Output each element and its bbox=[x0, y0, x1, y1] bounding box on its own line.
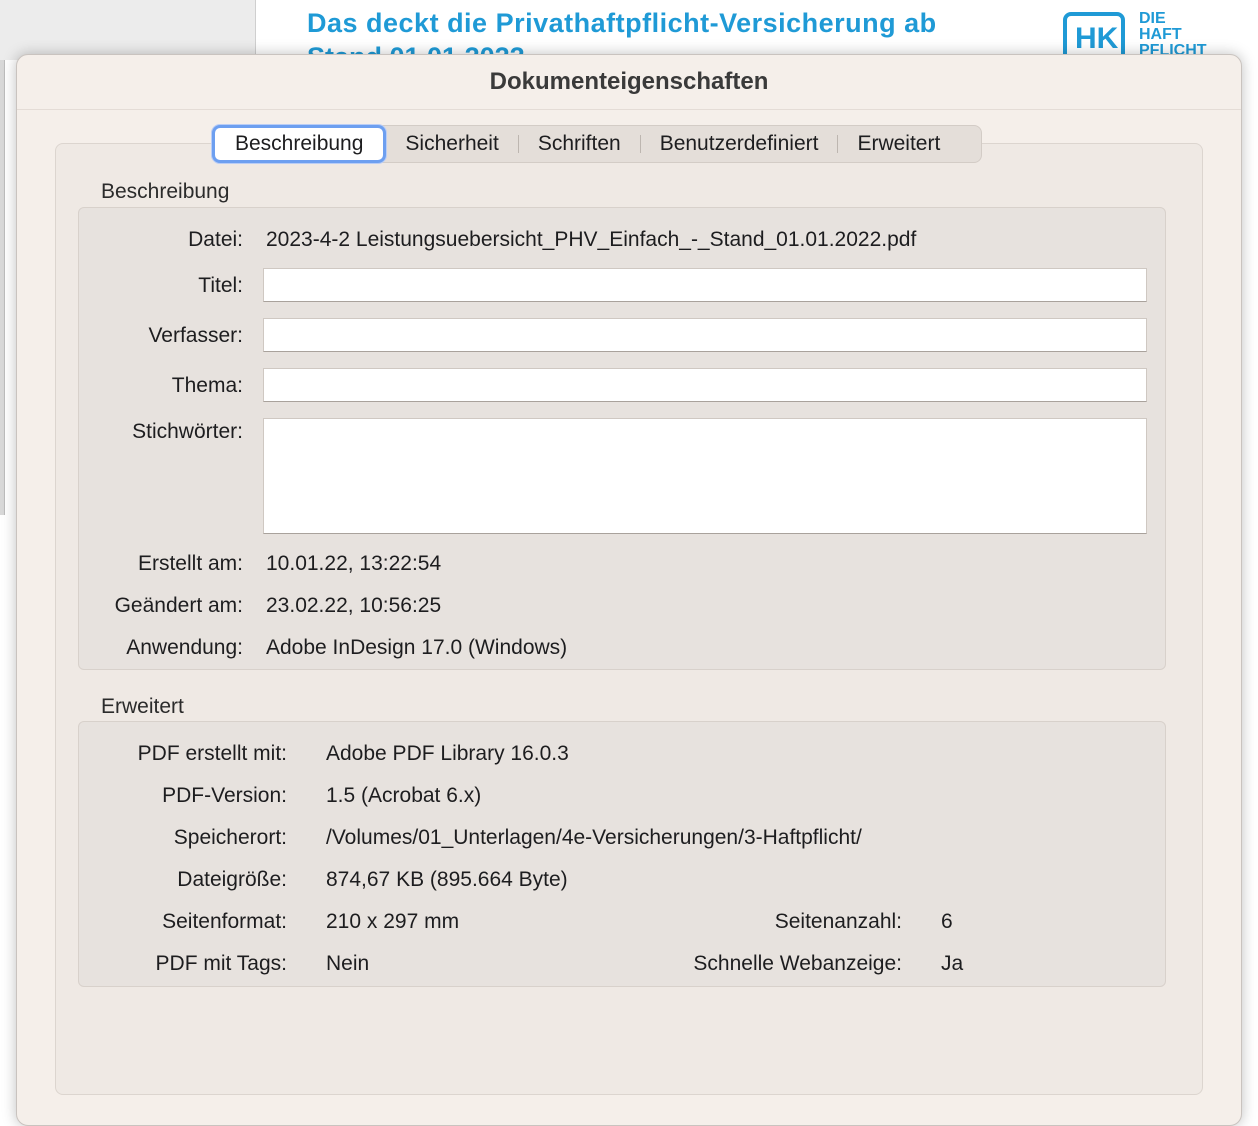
subject-field[interactable] bbox=[263, 368, 1147, 402]
page-count-value: 6 bbox=[941, 910, 953, 933]
advanced-group: PDF erstellt mit: Adobe PDF Library 16.0… bbox=[78, 721, 1166, 987]
description-group: Datei: 2023-4-2 Leistungsuebersicht_PHV_… bbox=[78, 207, 1166, 670]
tagged-pdf-value: Nein bbox=[326, 952, 370, 975]
modified-value: 23.02.22, 10:56:25 bbox=[266, 594, 442, 617]
logo-text: DIE HAFT PFLICHT bbox=[1139, 11, 1207, 59]
producer-label: PDF erstellt mit: bbox=[137, 742, 287, 765]
document-properties-dialog: Dokumenteigenschaften Beschreibung Datei… bbox=[16, 54, 1242, 1126]
haftpflicht-logo: HK DIE HAFT PFLICHT bbox=[1063, 10, 1213, 64]
created-label: Erstellt am: bbox=[137, 552, 243, 575]
file-size-value: 874,67 KB (895.664 Byte) bbox=[326, 868, 568, 891]
version-value: 1.5 (Acrobat 6.x) bbox=[326, 784, 482, 807]
document-heading: Das deckt die Privathaftpflicht-Versiche… bbox=[307, 8, 937, 38]
producer-value: Adobe PDF Library 16.0.3 bbox=[326, 742, 569, 765]
tagged-pdf-label: PDF mit Tags: bbox=[155, 952, 287, 975]
application-value: Adobe InDesign 17.0 (Windows) bbox=[266, 636, 568, 659]
version-label: PDF-Version: bbox=[162, 784, 287, 807]
page-format-value: 210 x 297 mm bbox=[326, 910, 460, 933]
tab-schriften[interactable]: Schriften bbox=[519, 127, 640, 161]
page-count-label: Seitenanzahl: bbox=[774, 910, 902, 933]
file-label: Datei: bbox=[188, 228, 243, 251]
author-field[interactable] bbox=[263, 318, 1147, 352]
advanced-section-label: Erweitert bbox=[101, 695, 184, 718]
created-value: 10.01.22, 13:22:54 bbox=[266, 552, 442, 575]
tab-bar: Beschreibung Sicherheit Schriften Benutz… bbox=[211, 125, 983, 163]
keywords-label: Stichwörter: bbox=[132, 420, 243, 443]
tab-benutzerdefiniert[interactable]: Benutzerdefiniert bbox=[641, 127, 838, 161]
location-value: /Volumes/01_Unterlagen/4e-Versicherungen… bbox=[326, 826, 862, 849]
file-size-label: Dateigröße: bbox=[177, 868, 287, 891]
logo-text-line: HAFT bbox=[1139, 26, 1182, 43]
fast-web-view-label: Schnelle Webanzeige: bbox=[693, 952, 902, 975]
logo-text-line: DIE bbox=[1139, 10, 1166, 27]
dialog-title: Dokumenteigenschaften bbox=[17, 55, 1241, 110]
location-label: Speicherort: bbox=[173, 826, 287, 849]
subject-label: Thema: bbox=[171, 374, 243, 397]
title-field[interactable] bbox=[263, 268, 1147, 302]
description-section-label: Beschreibung bbox=[101, 180, 230, 203]
tab-sicherheit[interactable]: Sicherheit bbox=[386, 127, 517, 161]
title-label: Titel: bbox=[198, 274, 243, 297]
author-label: Verfasser: bbox=[148, 324, 243, 347]
keywords-field[interactable] bbox=[263, 418, 1147, 534]
tab-erweitert[interactable]: Erweitert bbox=[838, 127, 959, 161]
fast-web-view-value: Ja bbox=[941, 952, 964, 975]
modified-label: Geändert am: bbox=[114, 594, 243, 617]
logo-mark-text: HK bbox=[1075, 22, 1119, 55]
file-value: 2023-4-2 Leistungsuebersicht_PHV_Einfach… bbox=[266, 228, 917, 251]
page-format-label: Seitenformat: bbox=[162, 910, 287, 933]
tab-beschreibung[interactable]: Beschreibung bbox=[212, 125, 387, 163]
tab-panel: Beschreibung Datei: 2023-4-2 Leistungsue… bbox=[55, 143, 1203, 1095]
background-sidebar bbox=[0, 0, 256, 60]
sidebar-edge bbox=[0, 0, 5, 515]
application-label: Anwendung: bbox=[126, 636, 243, 659]
